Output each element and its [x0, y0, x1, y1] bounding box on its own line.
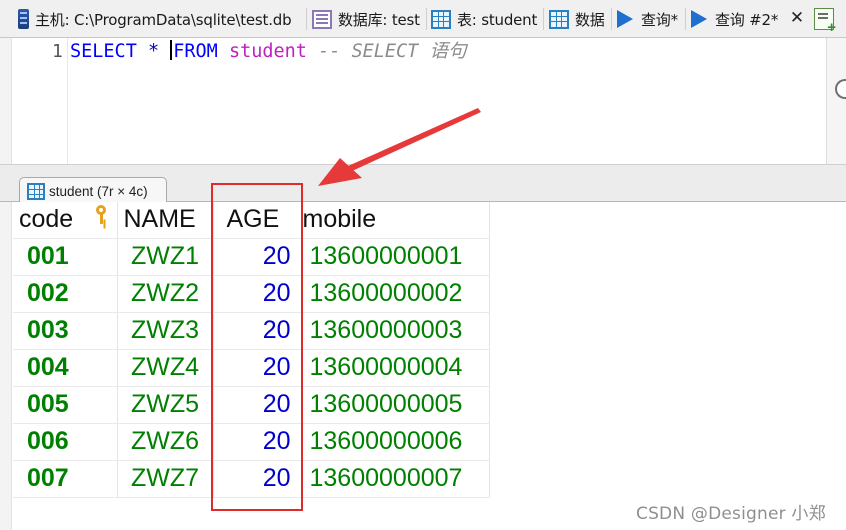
cell-code[interactable]: 002 — [13, 275, 118, 313]
table-icon — [431, 9, 451, 29]
cell-mobile[interactable]: 13600000004 — [301, 349, 490, 387]
column-header-name[interactable]: NAME — [117, 202, 214, 239]
new-query-tab-icon[interactable] — [814, 8, 836, 36]
tab-database[interactable]: 数据库: test — [312, 4, 420, 34]
cell-name[interactable]: ZWZ2 — [117, 275, 214, 313]
document-tab-bar: 主机: C:\ProgramData\sqlite\test.db 数据库: t… — [0, 0, 846, 38]
sql-keyword-from: FROM — [173, 41, 218, 62]
sql-wildcard: * — [147, 41, 160, 62]
cell-mobile[interactable]: 13600000002 — [301, 275, 490, 313]
tab-divider — [306, 8, 307, 30]
cell-name[interactable]: ZWZ1 — [117, 238, 214, 276]
cell-age[interactable]: 20 — [213, 423, 302, 461]
sql-comment: -- SELECT 语句 — [318, 41, 467, 62]
tab-divider — [685, 8, 686, 30]
run-query-icon — [617, 10, 633, 28]
tab-divider — [611, 8, 612, 30]
table-row[interactable]: 006 ZWZ6 20 13600000006 — [13, 423, 490, 461]
database-icon — [312, 9, 332, 29]
editor-vertical-scrollbar[interactable] — [826, 38, 846, 164]
table-row[interactable]: 002 ZWZ2 20 13600000002 — [13, 275, 490, 313]
table-row[interactable]: 007 ZWZ7 20 13600000007 — [13, 460, 490, 498]
column-header-age[interactable]: AGE — [213, 202, 302, 239]
column-header-label: code — [19, 205, 74, 234]
cell-code[interactable]: 001 — [13, 238, 118, 276]
line-number-gutter: 1 — [12, 38, 68, 164]
cell-mobile[interactable]: 13600000005 — [301, 386, 490, 424]
table-row[interactable]: 004 ZWZ4 20 13600000004 — [13, 349, 490, 387]
cell-mobile[interactable]: 13600000001 — [301, 238, 490, 276]
sql-code-line[interactable]: SELECT * FROM student -- SELECT 语句 — [70, 40, 466, 64]
tab-divider — [543, 8, 544, 30]
grid-side-strip — [0, 202, 12, 530]
cell-age[interactable]: 20 — [213, 460, 302, 498]
result-tab-bar: student (7r × 4c) — [0, 164, 846, 204]
cell-code[interactable]: 006 — [13, 423, 118, 461]
table-row[interactable]: 005 ZWZ5 20 13600000005 — [13, 386, 490, 424]
cell-name[interactable]: ZWZ7 — [117, 460, 214, 498]
data-grid-icon — [549, 9, 569, 29]
cell-name[interactable]: ZWZ3 — [117, 312, 214, 350]
cell-name[interactable]: ZWZ6 — [117, 423, 214, 461]
sql-table-name: student — [228, 41, 307, 62]
cell-name[interactable]: ZWZ5 — [117, 386, 214, 424]
cell-age[interactable]: 20 — [213, 349, 302, 387]
text-cursor — [170, 40, 173, 60]
result-grid-icon — [27, 182, 45, 200]
cell-code[interactable]: 004 — [13, 349, 118, 387]
tab-divider — [426, 8, 427, 30]
tab-data[interactable]: 数据 — [549, 4, 605, 34]
cell-code[interactable]: 005 — [13, 386, 118, 424]
cell-mobile[interactable]: 13600000006 — [301, 423, 490, 461]
cell-age[interactable]: 20 — [213, 238, 302, 276]
column-header-label: AGE — [226, 205, 280, 234]
result-tab-student[interactable]: student (7r × 4c) — [19, 177, 167, 204]
cell-age[interactable]: 20 — [213, 275, 302, 313]
primary-key-icon — [95, 205, 109, 225]
cell-mobile[interactable]: 13600000007 — [301, 460, 490, 498]
table-row[interactable]: 003 ZWZ3 20 13600000003 — [13, 312, 490, 350]
result-grid: code NAME AGE mobile 001 ZWZ1 20 1360000… — [13, 202, 490, 498]
cell-code[interactable]: 003 — [13, 312, 118, 350]
column-header-code[interactable]: code — [13, 202, 118, 239]
column-header-mobile[interactable]: mobile — [301, 202, 490, 239]
tab-query-2[interactable]: 查询 #2* — [691, 4, 778, 34]
column-header-label: mobile — [302, 205, 377, 234]
sql-editor[interactable]: 1 SELECT * FROM student -- SELECT 语句 — [0, 38, 846, 164]
watermark-text: CSDN @Designer 小郑 — [636, 504, 826, 524]
database-connection-icon — [18, 9, 29, 29]
tab-table-student[interactable]: 表: student — [431, 4, 537, 34]
tab-host-connection[interactable]: 主机: C:\ProgramData\sqlite\test.db — [18, 4, 292, 34]
result-tab-label: student (7r × 4c) — [49, 183, 148, 199]
editor-side-strip — [0, 38, 12, 164]
close-tab-icon[interactable]: ✕ — [789, 7, 805, 29]
column-header-label: NAME — [123, 205, 196, 234]
grid-header-row: code NAME AGE mobile — [13, 202, 490, 239]
table-row[interactable]: 001 ZWZ1 20 13600000001 — [13, 238, 490, 276]
cell-name[interactable]: ZWZ4 — [117, 349, 214, 387]
sql-keyword-select: SELECT — [70, 41, 137, 62]
cell-age[interactable]: 20 — [213, 386, 302, 424]
tab-query[interactable]: 查询* — [617, 4, 678, 34]
run-query-icon — [691, 10, 707, 28]
cell-mobile[interactable]: 13600000003 — [301, 312, 490, 350]
cell-code[interactable]: 007 — [13, 460, 118, 498]
cell-age[interactable]: 20 — [213, 312, 302, 350]
line-number: 1 — [52, 41, 63, 62]
